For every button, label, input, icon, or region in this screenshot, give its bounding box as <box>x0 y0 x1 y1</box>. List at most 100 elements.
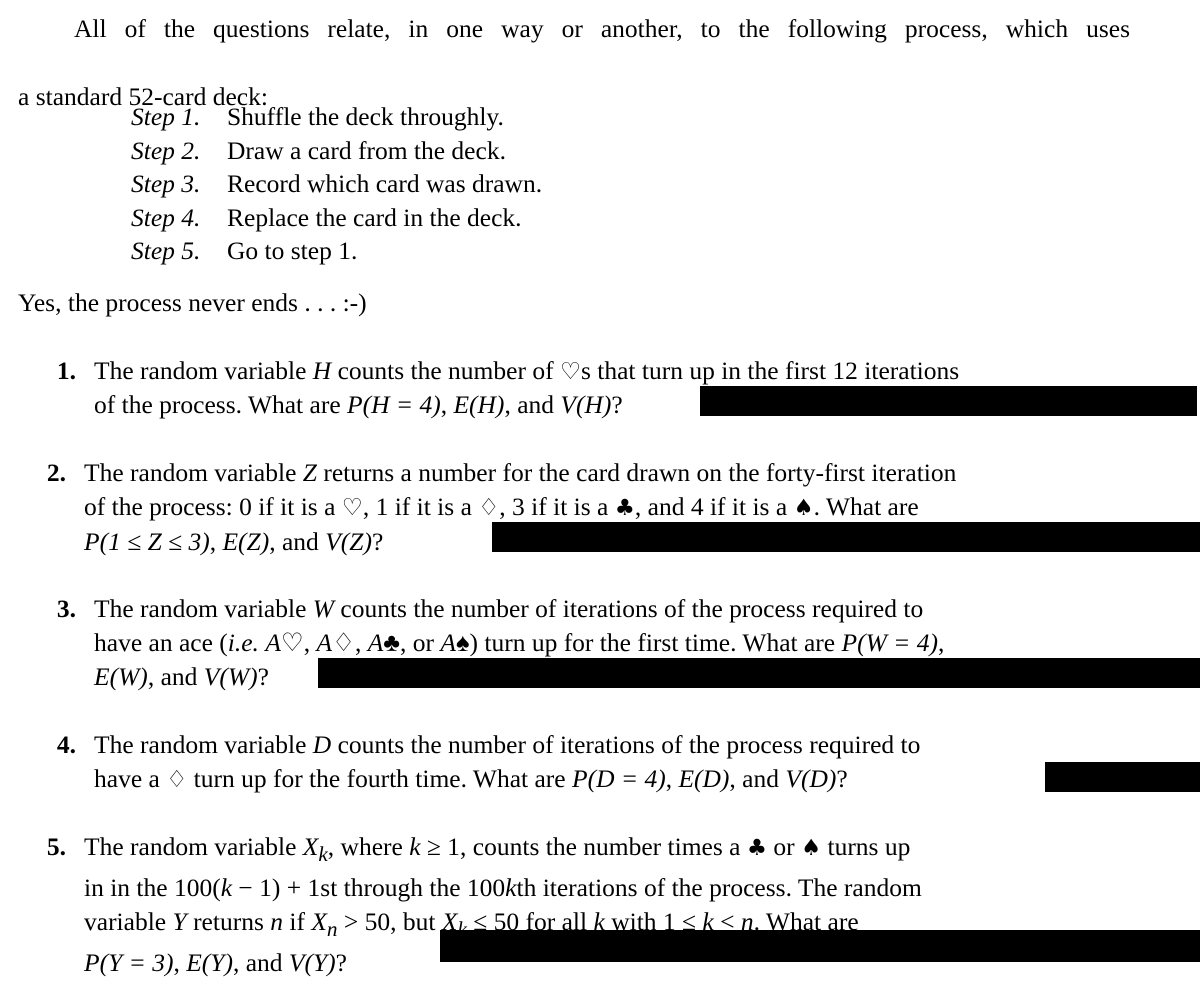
ace-label: A♣ <box>367 628 400 657</box>
text-run: . What are <box>813 492 919 521</box>
variable-base: X <box>302 832 319 861</box>
document-page: All of the questions relate, in one way … <box>0 0 1200 993</box>
text-run: , where <box>327 832 410 861</box>
process-steps-list: Step 1. Shuffle the deck throughly. Step … <box>131 100 542 268</box>
math-variable: k <box>409 832 421 861</box>
diamond-suit-icon: ♢ <box>478 493 500 521</box>
math-variable: H <box>312 356 332 385</box>
heart-suit-icon: ♡ <box>341 493 363 521</box>
ace-of-hearts: A♡ <box>265 628 303 657</box>
text-run: The random variable <box>84 458 303 487</box>
text-run: have a <box>94 764 167 793</box>
step-item: Step 3. Record which card was drawn. <box>131 167 542 201</box>
spade-suit-icon: ♠ <box>793 495 814 521</box>
question-line: have a ♢ turn up for the fourth time. Wh… <box>94 762 1132 796</box>
redaction-bar-5 <box>440 930 1200 962</box>
text-run: , and 4 if it is a <box>634 492 794 521</box>
math-variable: Y <box>172 907 187 937</box>
math-expression: V(W) <box>203 662 258 691</box>
step-text: Shuffle the deck throughly. <box>227 102 504 131</box>
question-number: 1. <box>56 356 76 385</box>
math-variable: Z <box>302 458 317 487</box>
text-run: , and <box>504 390 561 419</box>
math-expression: P(D = 4) <box>572 764 666 793</box>
text-run: s that turn up in the first 12 iteration… <box>580 356 960 385</box>
ie-abbreviation: i.e. <box>227 628 259 657</box>
ace-label: A♡ <box>265 628 304 657</box>
text-run: The random variable <box>94 594 313 623</box>
text-run: of the process: 0 if it is a <box>84 492 342 521</box>
text-run: or <box>766 832 801 861</box>
step-text: Replace the card in the deck. <box>227 202 522 232</box>
heart-suit-icon: ♡ <box>559 357 581 385</box>
step-item: Step 2. Draw a card from the deck. <box>131 134 542 168</box>
text-run: The random variable <box>94 730 313 759</box>
text-run: returns <box>186 907 271 937</box>
step-label: Step 1. <box>131 102 201 131</box>
variable-subscript: n <box>326 917 338 942</box>
question-number: 3. <box>56 594 76 623</box>
text-run: , <box>173 948 187 978</box>
variable-subscript: k <box>318 842 328 867</box>
step-label: Step 5. <box>131 236 201 265</box>
question-line: The random variable Xk, where k ≥ 1, cou… <box>84 830 1132 871</box>
text-run: , and <box>729 764 786 793</box>
question-line: of the process: 0 if it is a ♡, 1 if it … <box>84 490 1132 525</box>
question-number: 5. <box>46 832 66 861</box>
question-line: The random variable W counts the number … <box>94 592 1132 626</box>
text-run: ? <box>257 662 269 691</box>
math-expression: P(W = 4) <box>841 628 939 657</box>
text-run: turn up for the fourth time. What are <box>187 764 572 793</box>
math-variable: n <box>270 907 283 937</box>
diamond-suit-icon: ♢ <box>166 765 188 793</box>
math-expression: E(W) <box>94 662 148 691</box>
ace-label: A♠ <box>440 628 470 657</box>
math-expression: P(Y = 3) <box>84 948 174 978</box>
text-run: , <box>209 527 223 556</box>
intro-line-1: All of the questions relate, in one way … <box>74 14 1130 43</box>
math-expression: P(1 ≤ Z ≤ 3) <box>84 527 210 556</box>
step-item: Step 4. Replace the card in the deck. <box>131 201 542 235</box>
text-run: The random variable <box>94 356 313 385</box>
step-text: Record which card was drawn. <box>227 169 543 198</box>
text-run: , and <box>232 948 289 978</box>
step-label: Step 2. <box>131 135 201 165</box>
math-variable: W <box>312 594 335 623</box>
question-body: The random variable D counts the number … <box>94 728 1132 796</box>
ace-of-clubs: A♣ <box>368 628 400 657</box>
text-run: turns up <box>821 832 911 861</box>
question-item-4: 4. The random variable D counts the numb… <box>32 728 1132 796</box>
question-line: The random variable D counts the number … <box>94 728 1132 762</box>
math-variable: D <box>312 730 332 759</box>
step-item: Step 1. Shuffle the deck throughly. <box>131 100 542 134</box>
redaction-bar-4 <box>1045 762 1200 792</box>
text-run: , <box>303 628 317 657</box>
text-run: − 1) + 1st through the 100 <box>232 873 506 903</box>
aside-line: Yes, the process never ends . . . :-) <box>18 288 367 317</box>
text-run: ) turn up for the first time. What are <box>469 628 842 657</box>
math-variable: k <box>505 873 517 903</box>
text-run: variable <box>84 907 173 937</box>
math-expression: P(H = 4) <box>347 390 441 419</box>
text-run: , and <box>269 527 326 556</box>
question-line: The random variable H counts the number … <box>94 354 1132 388</box>
redaction-bar-2 <box>492 522 1200 552</box>
text-run: counts the number of iterations of the p… <box>334 594 924 623</box>
intro-paragraph: All of the questions relate, in one way … <box>18 12 1130 114</box>
text-run: returns a number for the card drawn on t… <box>316 458 957 487</box>
question-number: 4. <box>56 730 76 759</box>
math-expression: E(Z) <box>222 527 270 556</box>
step-label: Step 3. <box>131 169 201 198</box>
text-run: if <box>283 907 312 937</box>
text-run: ≥ 1, counts the number times a <box>420 832 747 861</box>
redaction-bar-1 <box>700 386 1197 416</box>
spade-suit-icon: ♠ <box>800 835 822 861</box>
math-expression: V(H) <box>560 390 612 419</box>
text-run: , <box>665 764 679 793</box>
step-text: Draw a card from the deck. <box>227 135 506 165</box>
text-run: ? <box>611 390 623 419</box>
text-run: , or <box>400 628 441 657</box>
text-run: ? <box>836 764 848 793</box>
step-text: Go to step 1. <box>227 236 358 265</box>
math-expression: E(D) <box>678 764 730 793</box>
